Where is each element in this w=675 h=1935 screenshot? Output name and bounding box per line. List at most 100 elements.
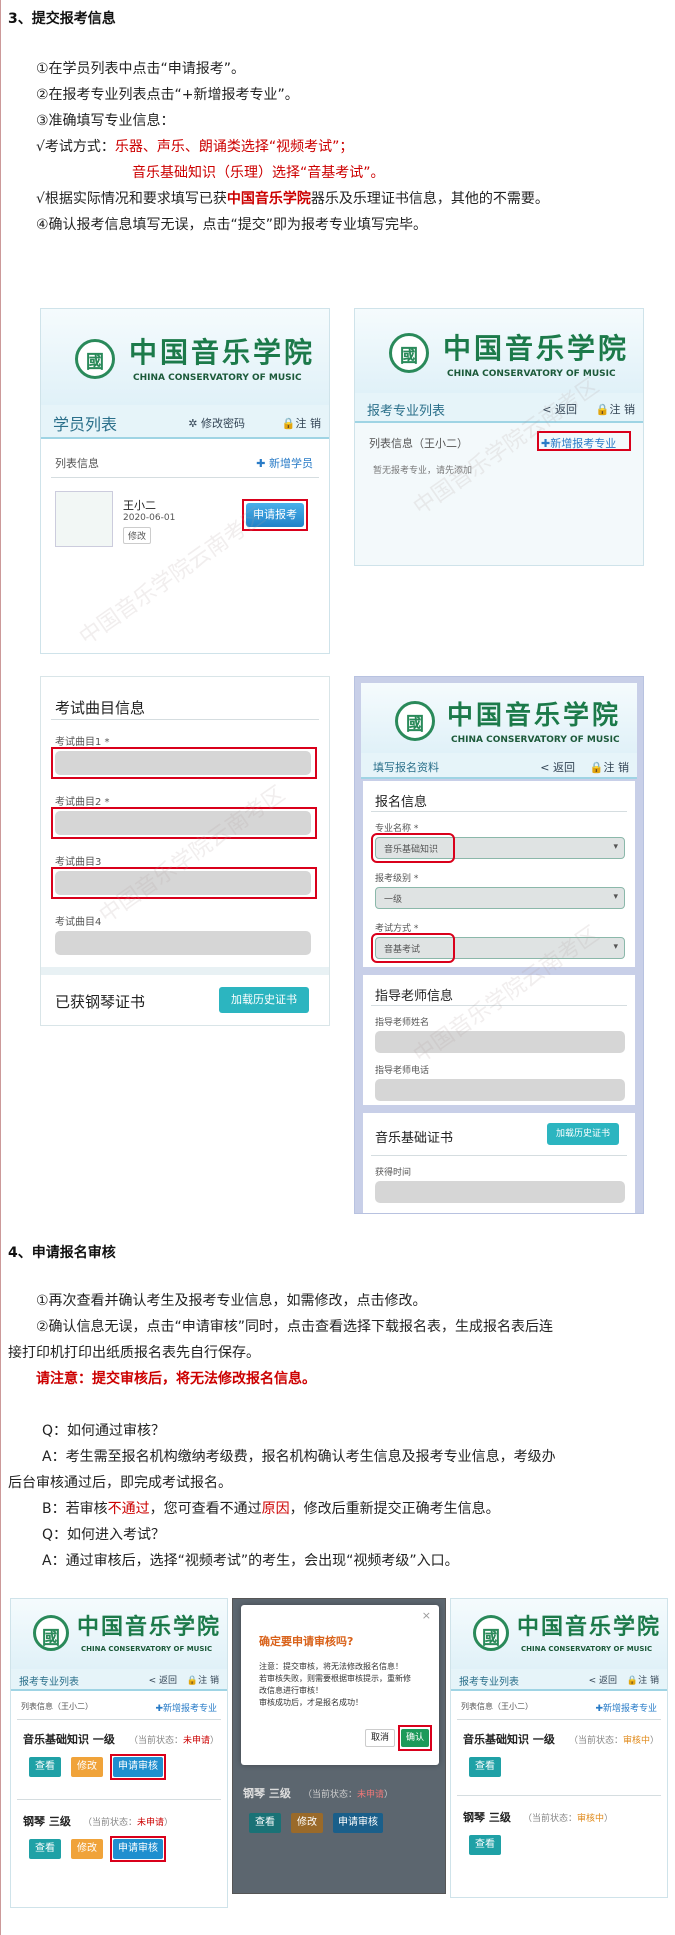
screenshot-student-list: 中国音乐学院 CHINA CONSERVATORY OF MUSIC 学员列表 … — [40, 308, 330, 654]
apply-review-button[interactable]: 申请审核 — [333, 1813, 383, 1833]
divider — [371, 811, 627, 812]
back-link[interactable]: < 返回 — [149, 1673, 177, 1686]
dialog-line4: 审核成功后，才是报名成功！ — [259, 1698, 363, 1707]
dialog-line3: 改信息进行审核！ — [259, 1686, 323, 1695]
s4-a1a: A：考生需至报名机构缴纳考级费，报名机构确认考生信息及报考专业信息，考级办 — [42, 1449, 556, 1465]
close-icon[interactable]: × — [422, 1609, 431, 1622]
logo-cn: 中国音乐学院 — [77, 1614, 222, 1640]
edit-button[interactable]: 修改 — [291, 1813, 323, 1833]
logout-link[interactable]: 🔒注 销 — [282, 415, 321, 431]
card1-state: 审核中 — [623, 1736, 651, 1746]
lock-icon: 🔒 — [186, 1676, 199, 1686]
logout-link[interactable]: 🔒注 销 — [590, 759, 629, 775]
student-name: 王小二 — [123, 499, 156, 512]
change-password-label: 修改密码 — [201, 417, 245, 430]
view-button[interactable]: 查看 — [29, 1757, 61, 1777]
card2-title: 钢琴 三级 — [243, 1787, 291, 1800]
cert-red: 中国音乐学院 — [226, 191, 311, 207]
edit-button[interactable]: 修改 — [71, 1839, 103, 1859]
card2-state: 未申请 — [357, 1790, 385, 1800]
logout-label: 注 销 — [295, 417, 322, 430]
obtained-time-input[interactable] — [375, 1181, 625, 1203]
teacher-name-label: 指导老师姓名 — [375, 1018, 430, 1028]
teacher-phone-input[interactable] — [375, 1079, 625, 1101]
exam-mode-prefix: √考试方式： — [36, 139, 115, 155]
exam-mode-red2: 音乐基础知识（乐理）选择“音基考试”。 — [132, 165, 385, 181]
highlight-box — [537, 431, 631, 451]
card1-state: 未申请 — [183, 1736, 211, 1746]
cert-line: √根据实际情况和要求填写已获中国音乐学院器乐及乐理证书信息，其他的不需要。 — [36, 186, 549, 212]
screenshot-major-list-empty: 中国音乐学院 CHINA CONSERVATORY OF MUSIC 报考专业列… — [354, 308, 644, 566]
view-button[interactable]: 查看 — [249, 1813, 281, 1833]
screenshot-confirm-dialog: 钢琴 三级 （当前状态：未申请） 查看 修改 申请审核 × 确定要申请审核吗? … — [232, 1598, 446, 1894]
view-button[interactable]: 查看 — [469, 1757, 501, 1777]
confirm-dialog: × 确定要申请审核吗? 注意：提交审核，将无法修改报名信息！ 若审核失败，则需要… — [241, 1605, 439, 1765]
back-link[interactable]: < 返回 — [542, 401, 577, 417]
nav-bar: 填写报名资料 < 返回 🔒注 销 — [361, 753, 637, 779]
divider — [371, 1005, 627, 1006]
plus-icon: ✚ — [595, 1704, 603, 1714]
s4-q2: Q：如何进入考试？ — [42, 1527, 166, 1543]
b1-mid: ，您可查看不通过 — [149, 1501, 262, 1517]
divider — [51, 477, 319, 478]
student-date: 2020-06-01 — [123, 513, 176, 523]
view-button[interactable]: 查看 — [29, 1839, 61, 1859]
add-major-link[interactable]: ✚新增报考专业 — [595, 1701, 657, 1714]
step4-text: ④确认报考信息填写无误，点击“提交”即为报考专业填写完毕。 — [36, 217, 428, 233]
divider — [17, 1719, 221, 1720]
app-header: 中国音乐学院 CHINA CONSERVATORY OF MUSIC — [355, 309, 643, 393]
logo-cn: 中国音乐学院 — [129, 336, 316, 369]
logout-link[interactable]: 🔒注 销 — [596, 401, 635, 417]
nav-title: 报考专业列表 — [459, 1677, 519, 1688]
logo-en: CHINA CONSERVATORY OF MUSIC — [521, 1645, 653, 1653]
registration-info-card: 报名信息 专业名称 * 音乐基础知识 ▾ 报考级别 * 一级 ▾ 考试方式 * 音基… — [363, 781, 635, 967]
add-student-link[interactable]: ✚ 新增学员 — [256, 455, 313, 471]
s4-p2b: 接打印机打印出纸质报名表先自行保存。 — [8, 1345, 260, 1361]
dropdown-caret-icon: ▾ — [613, 892, 618, 902]
highlight-box — [51, 807, 317, 839]
exam-mode-line2: 音乐基础知识（乐理）选择“音基考试”。 — [132, 160, 385, 186]
teacher-phone-label: 指导老师电话 — [375, 1066, 430, 1076]
college-logo-icon — [395, 701, 435, 741]
list-body: 列表信息（王小二） ✚新增报考专业 暂无报考专业，请先添加 — [355, 423, 643, 565]
teacher-name-input[interactable] — [375, 1031, 625, 1053]
pieces-title: 考试曲目信息 — [55, 699, 146, 717]
add-major-link[interactable]: ✚新增报考专业 — [155, 1701, 217, 1714]
view-button[interactable]: 查看 — [469, 1835, 501, 1855]
highlight-box — [398, 1725, 432, 1751]
logout-label: 注 销 — [638, 1676, 659, 1686]
step2-text: ②在报考专业列表点击“+新增报考专业”。 — [36, 87, 299, 103]
nav-title: 学员列表 — [53, 415, 118, 434]
load-history-cert-button[interactable]: 加载历史证书 — [547, 1123, 619, 1145]
card1-title: 音乐基础知识 一级 — [23, 1733, 115, 1746]
edit-button[interactable]: 修改 — [71, 1757, 103, 1777]
card2-state: 未申请 — [137, 1818, 165, 1828]
edit-button[interactable]: 修改 — [123, 527, 152, 544]
load-history-cert-button[interactable]: 加载历史证书 — [219, 987, 309, 1013]
logout-link[interactable]: 🔒注 销 — [627, 1673, 659, 1686]
plus-icon: ✚ — [256, 457, 266, 470]
nav-bar: 报考专业列表 < 返回 🔒注 销 — [11, 1669, 227, 1691]
piano-cert-title: 已获钢琴证书 — [55, 993, 146, 1011]
cancel-button[interactable]: 取消 — [365, 1729, 395, 1747]
lock-icon: 🔒 — [595, 403, 610, 416]
s4-b1: B：若审核不通过，您可查看不通过原因，修改后重新提交正确考生信息。 — [42, 1496, 500, 1522]
dropdown-caret-icon: ▾ — [613, 942, 618, 952]
piece3-label: 考试曲目3 — [55, 857, 102, 868]
back-link[interactable]: < 返回 — [589, 1673, 617, 1686]
divider — [51, 719, 319, 720]
card1-status: （当前状态：未申请） — [129, 1736, 220, 1746]
list-info-label: 列表信息（王小二） — [369, 437, 468, 450]
level-select[interactable]: 一级 ▾ — [375, 887, 625, 909]
divider — [371, 1155, 627, 1156]
dialog-line1: 注意：提交审核，将无法修改报名信息！ — [259, 1662, 403, 1671]
music-cert-title: 音乐基础证书 — [375, 1131, 454, 1146]
piece4-input[interactable] — [55, 931, 311, 955]
logo-en: CHINA CONSERVATORY OF MUSIC — [133, 373, 302, 383]
list-info-label: 列表信息（王小二） — [461, 1702, 533, 1711]
empty-message: 暂无报考专业，请先添加 — [373, 466, 473, 476]
back-link[interactable]: < 返回 — [540, 759, 575, 775]
change-password-link[interactable]: ✲ 修改密码 — [188, 415, 245, 431]
logout-link[interactable]: 🔒注 销 — [187, 1673, 219, 1686]
nav-title: 报考专业列表 — [367, 404, 446, 419]
